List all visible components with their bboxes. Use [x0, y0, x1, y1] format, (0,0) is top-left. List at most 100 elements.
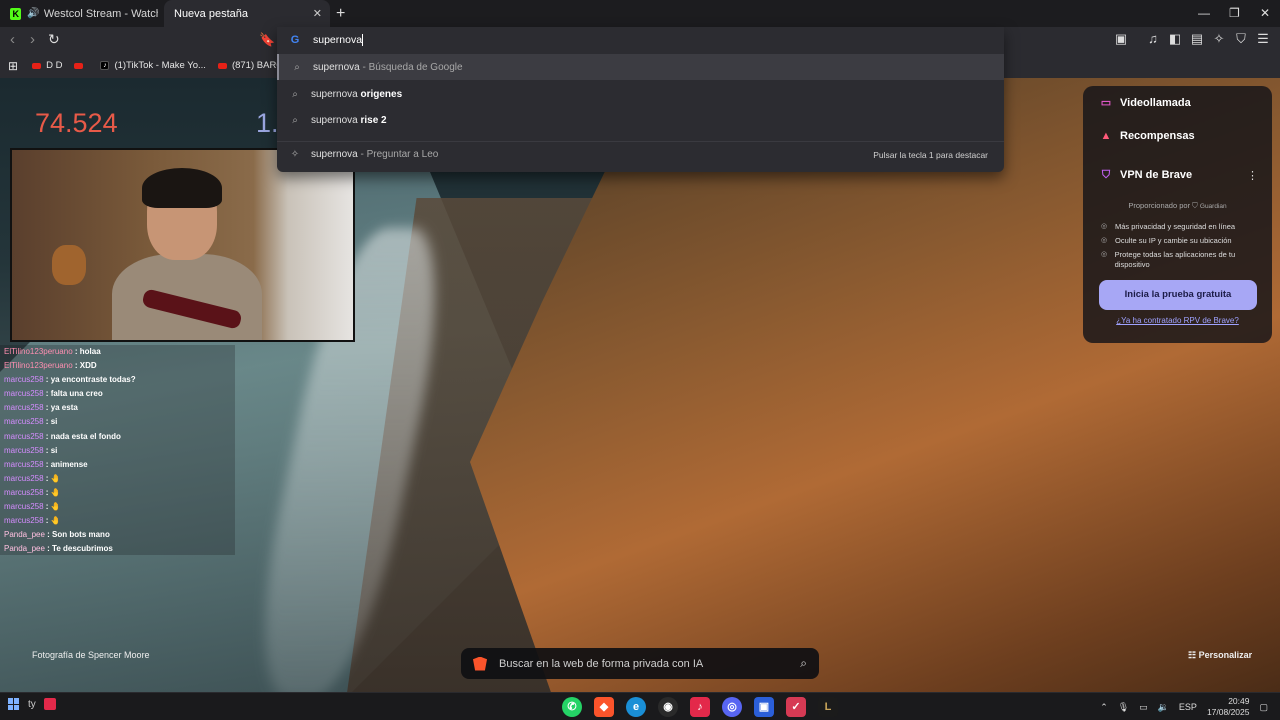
search-icon: ⌕	[292, 88, 298, 100]
customize-button[interactable]: ☷ Personalizar	[1188, 650, 1252, 661]
chat-username: marcus258	[4, 516, 44, 526]
kick-favicon-icon: K	[10, 7, 22, 20]
feature-item: ◎ Más privacidad y seguridad en línea	[1101, 222, 1236, 231]
brave-lion-icon	[473, 656, 487, 671]
chat-text: nada esta el fondo	[50, 431, 121, 441]
tiktok-widget-icon[interactable]	[43, 698, 56, 710]
chat-username: Panda_pee	[4, 530, 45, 540]
clock[interactable]: 20:49 17/08/2025	[1207, 696, 1250, 718]
videollamada-widget[interactable]: ▭ Videollamada	[1100, 97, 1191, 109]
more-options-icon[interactable]: ⋮	[1247, 169, 1258, 182]
tiktok-icon: ♪	[100, 61, 110, 70]
bookmark-icon[interactable]: 🔖	[259, 32, 275, 48]
new-tab-button[interactable]: +	[336, 5, 345, 23]
volume-icon[interactable]: 🔉	[1158, 702, 1169, 713]
chat-username: marcus258	[4, 445, 44, 455]
provided-by: Proporcionado por ⛉ Guardian	[1128, 201, 1227, 210]
chat-username: marcus258	[4, 502, 44, 512]
language-indicator[interactable]: ESP	[1179, 702, 1197, 712]
sidebar-icon[interactable]: ◧	[1168, 31, 1182, 47]
chat-message: marcus258 : si	[4, 445, 58, 455]
back-button[interactable]: ‹	[10, 31, 15, 48]
check-icon: ◎	[1101, 223, 1108, 230]
tab-westcol-stream[interactable]: K 🔊 Westcol Stream - Watch Live on K	[6, 0, 158, 27]
league-of-legends-icon[interactable]: L	[818, 697, 838, 717]
address-bar[interactable]: G supernova	[277, 27, 1004, 53]
network-icon[interactable]: ▭	[1139, 702, 1148, 713]
title-bar: K 🔊 Westcol Stream - Watch Live on K Nue…	[0, 0, 1280, 27]
chat-username: ElTilino123peruano	[4, 361, 73, 371]
tab-nueva-pestana[interactable]: Nueva pestaña ✕	[164, 0, 330, 27]
tab-title: Westcol Stream - Watch Live on K	[43, 7, 158, 20]
omnibox-dropdown: G supernova ⌕ supernova - Búsqueda de Go…	[277, 27, 1004, 172]
media-icon[interactable]: ♫	[1146, 31, 1160, 47]
chat-message: ElTilino123peruano : XDD	[4, 361, 97, 371]
check-icon: ◎	[1101, 251, 1108, 258]
notifications-icon[interactable]: ▢	[1259, 702, 1268, 713]
speaker-icon[interactable]: 🔊	[27, 8, 39, 19]
edge-icon[interactable]: e	[626, 697, 646, 717]
chat-message: marcus258 : 🤚	[4, 516, 61, 526]
close-window-button[interactable]: ✕	[1260, 6, 1270, 20]
minimize-button[interactable]: —	[1198, 6, 1210, 20]
suggestion-item[interactable]: ⌕ supernova rise 2	[277, 107, 1004, 133]
recompensas-widget[interactable]: ▲ Recompensas	[1100, 130, 1195, 142]
youtube-icon	[217, 62, 227, 69]
start-trial-button[interactable]: Inicia la prueba gratuita	[1099, 280, 1257, 310]
ai-search-box[interactable]: Buscar en la web de forma privada con IA…	[461, 648, 819, 679]
chat-username: marcus258	[4, 459, 44, 469]
bookmark-item[interactable]	[74, 62, 88, 69]
wallet-icon[interactable]: ▤	[1190, 31, 1204, 47]
stream-chat: ElTilino123peruano : holaa ElTilino123per…	[0, 345, 235, 555]
brave-icon[interactable]: ◆	[594, 697, 614, 717]
windows-start-icon[interactable]	[8, 698, 20, 710]
chat-message: marcus258 : si	[4, 417, 58, 427]
suggestion-item[interactable]: ⌕ supernova origenes	[277, 81, 1004, 107]
apps-grid-icon[interactable]: ⊞	[8, 59, 18, 73]
vpn-icon[interactable]: ⛉	[1234, 31, 1248, 47]
leo-sidebar-icon[interactable]: ▣	[1114, 31, 1128, 47]
already-purchased-link[interactable]: ¿Ya ha contratado RPV de Brave?	[1083, 316, 1272, 325]
taskbar-search-label[interactable]: ty	[28, 699, 36, 710]
tab-close-icon[interactable]: ✕	[313, 7, 322, 20]
tray-chevron-icon[interactable]: ⌃	[1100, 702, 1108, 713]
vpn-shield-icon: ⛉	[1101, 169, 1111, 181]
youtube-icon	[32, 62, 42, 69]
taskbar: ty ✆ ◆ e ◉ ♪ ◎ ▣ ✓ L ⌃ 🎙 ▭ 🔉 ESP 20:49 1…	[0, 692, 1280, 720]
rewards-icon: ▲	[1100, 130, 1112, 142]
obs-icon[interactable]: ◉	[658, 697, 678, 717]
discord-icon[interactable]: ◎	[722, 697, 742, 717]
plush-toy	[52, 245, 86, 285]
chat-message: marcus258 : nada esta el fondo	[4, 431, 121, 441]
reload-button[interactable]: ↻	[48, 31, 60, 48]
counter-left: 74.524	[35, 108, 118, 138]
roblox-studio-icon[interactable]: ▣	[754, 697, 774, 717]
menu-icon[interactable]: ☰	[1256, 31, 1270, 47]
ai-search-placeholder: Buscar en la web de forma privada con IA	[499, 657, 704, 670]
suggestion-item[interactable]: ⌕ supernova - Búsqueda de Google	[277, 54, 1004, 80]
chat-text: si	[50, 417, 58, 427]
tab-title: Nueva pestaña	[174, 7, 248, 20]
forward-button[interactable]: ›	[30, 31, 35, 48]
search-icon[interactable]: ⌕	[800, 656, 807, 671]
capcut-icon[interactable]: ✓	[786, 697, 806, 717]
chat-username: marcus258	[4, 403, 44, 413]
bookmark-item[interactable]: ♪ (1)TikTok - Make Yo...	[100, 60, 206, 71]
address-input[interactable]: supernova	[313, 34, 364, 47]
whatsapp-icon[interactable]: ✆	[562, 697, 582, 717]
feature-item: ◎ Oculte su IP y cambie su ubicación	[1101, 236, 1232, 245]
chat-text: si	[50, 445, 58, 455]
tiktok-icon[interactable]: ♪	[690, 697, 710, 717]
bookmark-item[interactable]: D D	[32, 60, 62, 71]
ask-leo-suggestion[interactable]: ✧ supernova - Preguntar a Leo Pulsar la …	[277, 141, 1004, 167]
toolbar-icons: ▣ ♫ ◧ ▤ ✧ ⛉ ☰	[1114, 31, 1270, 47]
leo-ai-icon[interactable]: ✧	[1212, 31, 1226, 47]
leo-icon: ✧	[290, 149, 300, 160]
restore-button[interactable]: ❐	[1229, 6, 1240, 20]
search-icon: ⌕	[294, 61, 300, 73]
chat-text: 🤚	[50, 502, 61, 512]
webcam-feed	[10, 148, 355, 342]
photo-credit[interactable]: Fotografía de Spencer Moore	[32, 650, 150, 660]
microphone-icon[interactable]: 🎙	[1118, 702, 1129, 713]
chat-text: Son bots mano	[52, 530, 110, 540]
